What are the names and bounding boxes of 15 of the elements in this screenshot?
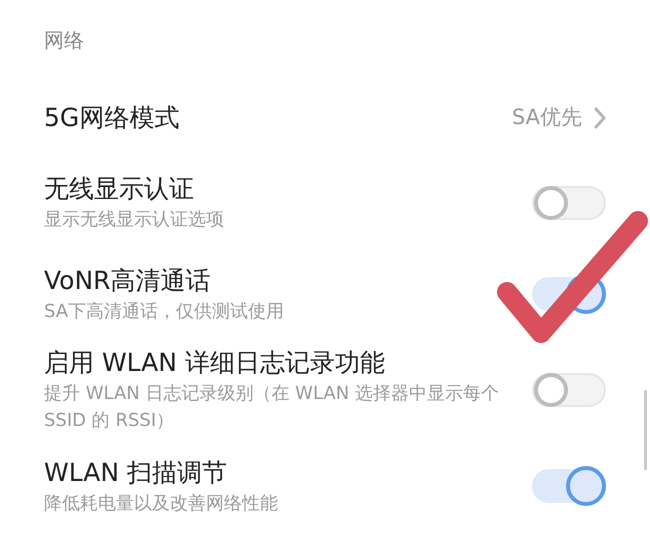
setting-description: 降低耗电量以及改善网络性能 xyxy=(44,492,279,516)
toggle-switch[interactable] xyxy=(532,469,606,503)
toggle-switch[interactable] xyxy=(532,373,606,407)
setting-title: 5G网络模式 xyxy=(44,102,180,134)
setting-description: SA下高清通话，仅供测试使用 xyxy=(44,300,286,324)
chevron-right-icon xyxy=(594,106,606,128)
setting-title: VoNR高清通话 xyxy=(44,264,212,296)
setting-title: 启用 WLAN 详细日志记录功能 xyxy=(44,347,386,379)
setting-title: 无线显示认证 xyxy=(44,173,195,205)
setting-title: WLAN 扫描调节 xyxy=(44,456,228,488)
setting-value: SA优先 xyxy=(512,104,582,131)
setting-description: 显示无线显示认证选项 xyxy=(44,208,225,232)
toggle-switch[interactable] xyxy=(532,186,606,220)
setting-description: 提升 WLAN 日志记录级别（在 WLAN 选择器中显示每个 SSID 的 RSSI） xyxy=(44,382,500,433)
section-header: 网络 xyxy=(44,27,84,54)
